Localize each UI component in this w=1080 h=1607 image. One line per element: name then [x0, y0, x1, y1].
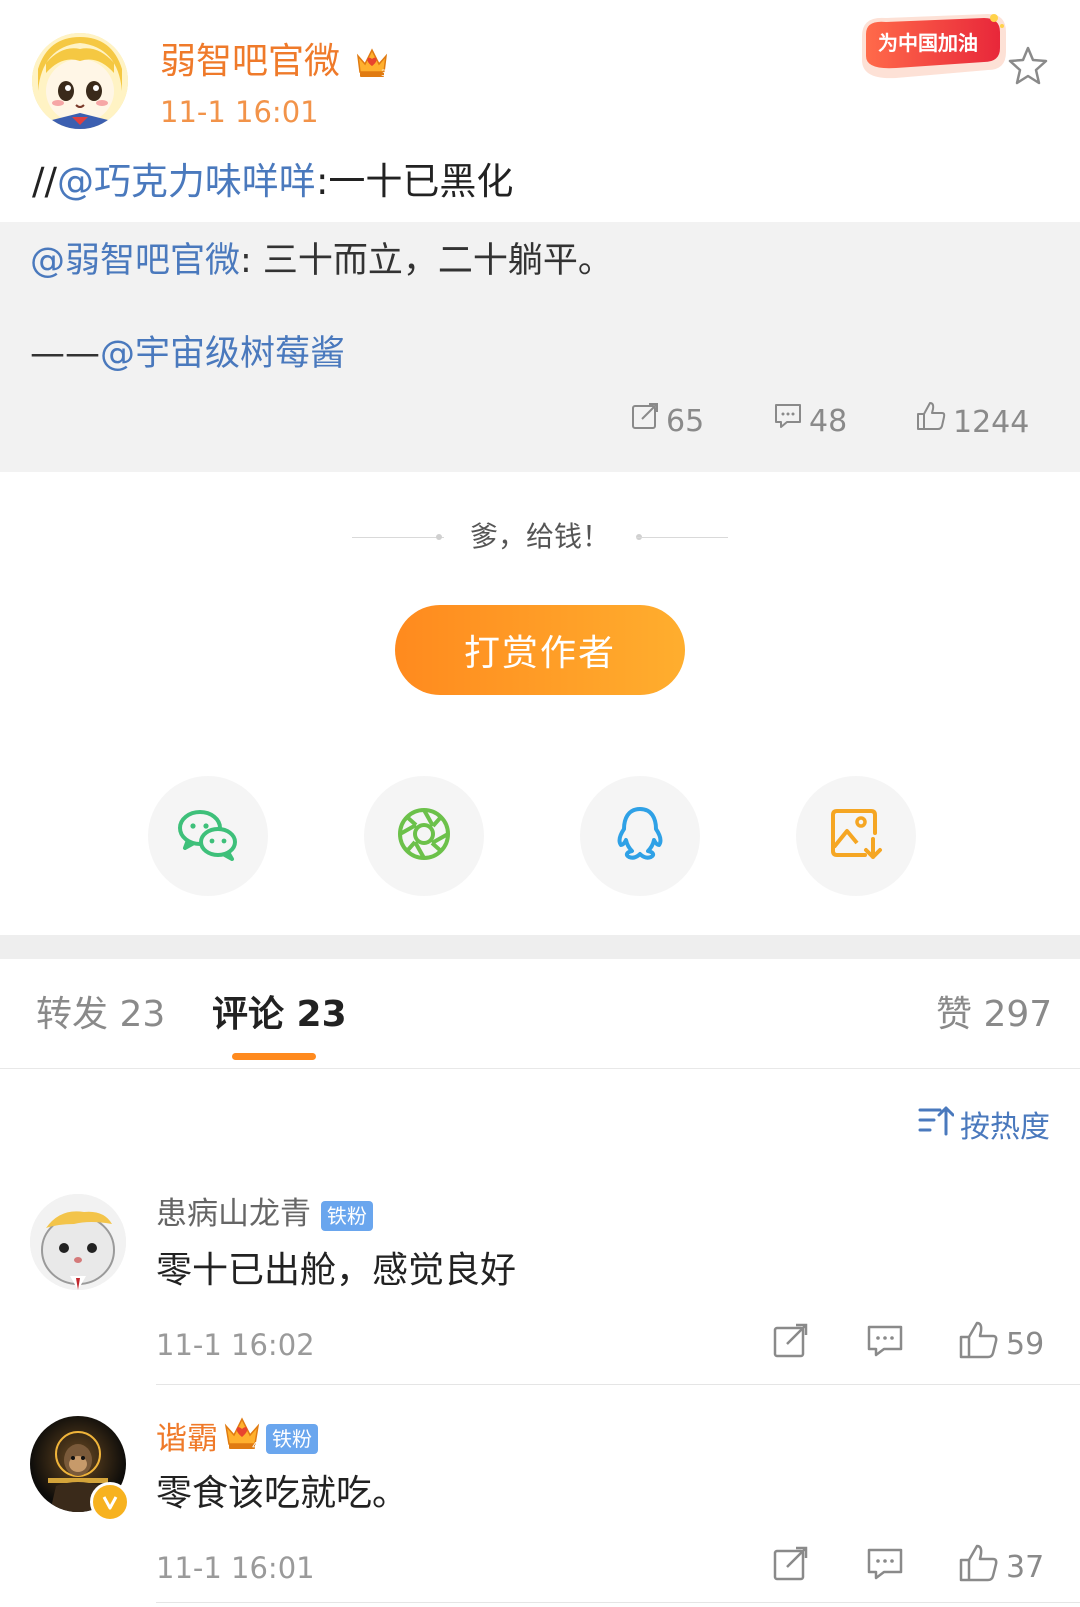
comment-text: 零食该吃就吃。: [156, 1473, 409, 1514]
quoted-credit: ——@宇宙级树莓酱: [30, 334, 346, 374]
repost-icon: [772, 1545, 810, 1591]
section-separator: [0, 935, 1080, 959]
repost-mention-link[interactable]: @巧克力味咩咩: [57, 160, 316, 203]
qq-icon: [614, 805, 666, 867]
svg-text:3: 3: [381, 69, 387, 79]
comment-repost-button[interactable]: [772, 1545, 810, 1591]
repost-icon: [630, 400, 660, 444]
divider-right: [636, 537, 728, 538]
comment-divider: [156, 1602, 1080, 1603]
comment-reply-button[interactable]: [866, 1545, 904, 1591]
wechat-icon: [176, 806, 240, 866]
share-qq-button[interactable]: [580, 776, 700, 896]
fan-badge: 铁粉: [320, 1200, 373, 1231]
comment-divider: [156, 1384, 1080, 1385]
comment-repost-button[interactable]: [772, 1322, 810, 1368]
commenter-name[interactable]: 患病山龙青 铁粉: [156, 1192, 373, 1236]
divider-left: [352, 537, 444, 538]
tab-comment[interactable]: 评论 23: [212, 990, 347, 1040]
comment-icon: [866, 1545, 904, 1591]
credit-mention-link[interactable]: @宇宙级树莓酱: [100, 334, 345, 374]
moments-icon: [395, 805, 453, 867]
author-avatar[interactable]: [32, 33, 128, 129]
comment-like-button[interactable]: 37: [958, 1543, 1044, 1591]
sort-by-hot-button[interactable]: 按热度: [918, 1104, 1050, 1151]
thumbs-up-icon: [958, 1320, 998, 1368]
vip-crown-icon: 3: [354, 44, 390, 80]
favorite-star-icon[interactable]: [1006, 44, 1050, 88]
comment-icon: [773, 400, 803, 444]
comment-icon: [866, 1322, 904, 1368]
comment-text: 零十已出舱，感觉良好: [156, 1250, 517, 1291]
share-save-image-button[interactable]: [796, 776, 916, 896]
fan-badge: 铁粉: [266, 1424, 318, 1454]
reward-author-button[interactable]: 打赏作者: [395, 605, 685, 695]
post-time: 11-1 16:01: [160, 95, 319, 129]
repost-icon: [772, 1322, 810, 1368]
tab-repost[interactable]: 转发 23: [36, 990, 165, 1040]
active-tab-indicator: [232, 1053, 316, 1060]
thumbs-up-icon: [958, 1543, 998, 1591]
tabs-divider: [0, 1068, 1080, 1069]
quoted-comment-count[interactable]: 48: [773, 400, 847, 444]
reward-slogan: 爹，给钱！: [469, 520, 610, 553]
comment-reply-button[interactable]: [866, 1322, 904, 1368]
thumbs-up-icon: [915, 400, 947, 445]
comment-like-button[interactable]: 59: [958, 1320, 1044, 1368]
event-badge-text: 为中国加油: [878, 31, 978, 55]
share-wechat-button[interactable]: [148, 776, 268, 896]
quoted-repost-count[interactable]: 65: [630, 400, 704, 444]
verified-badge-icon: [90, 1482, 130, 1522]
event-badge[interactable]: 为中国加油: [856, 8, 1012, 84]
quoted-like-count[interactable]: 1244: [915, 400, 1029, 445]
tab-like[interactable]: 赞 297: [936, 990, 1052, 1040]
commenter-name[interactable]: 谐霸 4 铁粉: [156, 1414, 318, 1464]
sort-icon: [918, 1104, 955, 1151]
quoted-author-link[interactable]: @弱智吧官微: [30, 241, 240, 281]
repost-text: //@巧克力味咩咩:一十已黑化: [32, 160, 514, 203]
comment-time: 11-1 16:02: [156, 1328, 315, 1362]
comment-time: 11-1 16:01: [156, 1551, 315, 1585]
share-moments-button[interactable]: [364, 776, 484, 896]
commenter-avatar[interactable]: [30, 1194, 126, 1290]
svg-text:4: 4: [252, 1441, 258, 1452]
save-image-icon: [829, 807, 883, 865]
vip-crown-icon: 4: [222, 1414, 262, 1464]
quoted-text: @弱智吧官微: 三十而立，二十躺平。: [30, 241, 613, 281]
author-name[interactable]: 弱智吧官微: [160, 40, 340, 84]
